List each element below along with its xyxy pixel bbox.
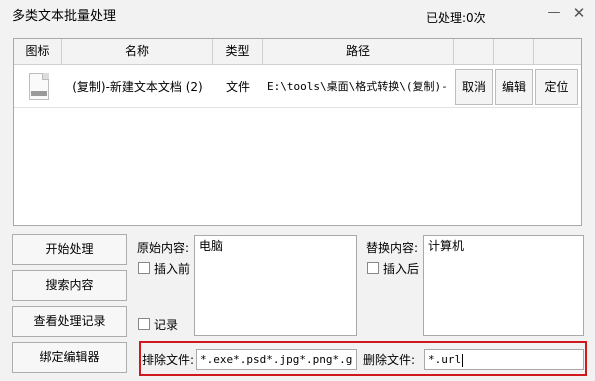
column-header-action-1 [454,39,494,64]
close-icon[interactable]: ✕ [572,6,586,21]
table-header: 图标 名称 类型 路径 [14,39,581,65]
record-label: 记录 [154,318,179,332]
start-processing-button[interactable]: 开始处理 [12,234,127,265]
docx-file-icon [29,73,49,100]
file-type: 文件 [225,80,250,94]
insert-before-checkbox[interactable] [138,262,150,274]
replace-content-label: 替换内容: [366,241,419,255]
file-name: (复制)-新建文本文档 (2) [72,80,203,94]
locate-button[interactable]: 定位 [535,69,578,105]
original-content-label: 原始内容: [137,241,190,255]
exclude-files-label: 排除文件: [142,353,195,367]
edit-button[interactable]: 编辑 [495,69,533,105]
insert-before-label: 插入前 [154,262,191,276]
search-content-button[interactable]: 搜索内容 [12,270,127,301]
processed-count: 已处理:0次 [426,11,486,25]
bind-editor-button[interactable]: 绑定编辑器 [12,342,127,373]
cancel-button[interactable]: 取消 [455,69,493,105]
column-header-path: 路径 [263,39,454,64]
app-title: 多类文本批量处理 [12,9,117,24]
column-header-action-2 [494,39,534,64]
insert-after-checkbox[interactable] [367,262,379,274]
record-checkbox[interactable] [138,318,150,330]
exclude-files-input[interactable]: *.exe*.psd*.jpg*.png*.g [196,349,357,370]
column-header-action-3 [534,39,581,64]
view-log-button[interactable]: 查看处理记录 [12,306,127,337]
column-header-name: 名称 [62,39,213,64]
file-path: E:\tools\桌面\格式转换\(复制)- [267,80,448,93]
original-content-textarea[interactable]: 电脑 [194,235,357,336]
delete-files-value: *.url [428,353,462,366]
minimize-icon[interactable]: — [547,6,561,20]
insert-after-label: 插入后 [383,262,420,276]
file-type-cell [14,66,62,108]
text-caret [462,353,464,367]
column-header-icon: 图标 [14,39,62,64]
title-bar: 多类文本批量处理 已处理:0次 — ✕ [0,0,595,34]
delete-files-label: 删除文件: [363,353,416,367]
table-row[interactable]: (复制)-新建文本文档 (2) 文件 E:\tools\桌面\格式转换\(复制)… [14,66,581,108]
file-table[interactable]: 图标 名称 类型 路径 (复制)-新建文本文档 (2) 文件 E:\tools\… [13,38,582,226]
delete-files-input[interactable]: *.url [424,349,584,370]
column-header-type: 类型 [213,39,263,64]
replace-content-textarea[interactable]: 计算机 [423,235,584,336]
